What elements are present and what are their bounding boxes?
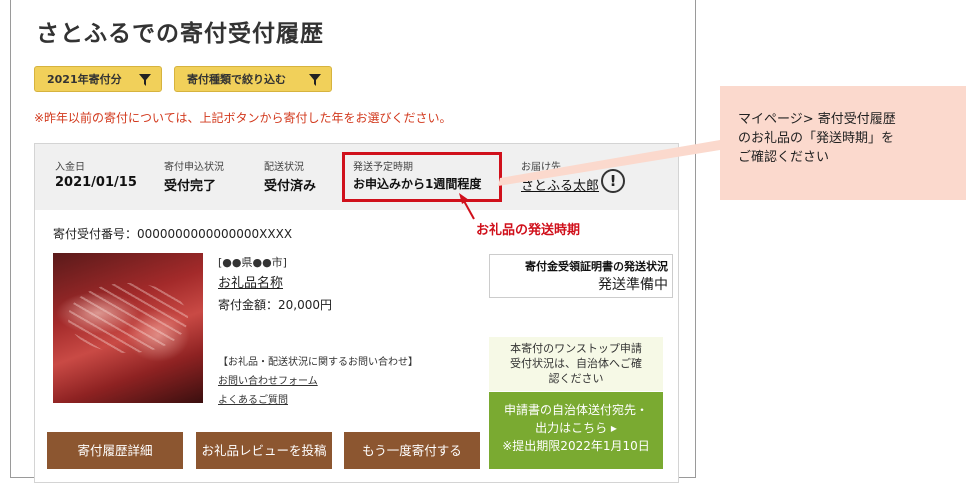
callout-pointer — [498, 140, 720, 186]
red-arrow-line — [463, 200, 475, 220]
annotation-overlay — [459, 140, 720, 220]
red-arrow-head — [459, 193, 469, 204]
